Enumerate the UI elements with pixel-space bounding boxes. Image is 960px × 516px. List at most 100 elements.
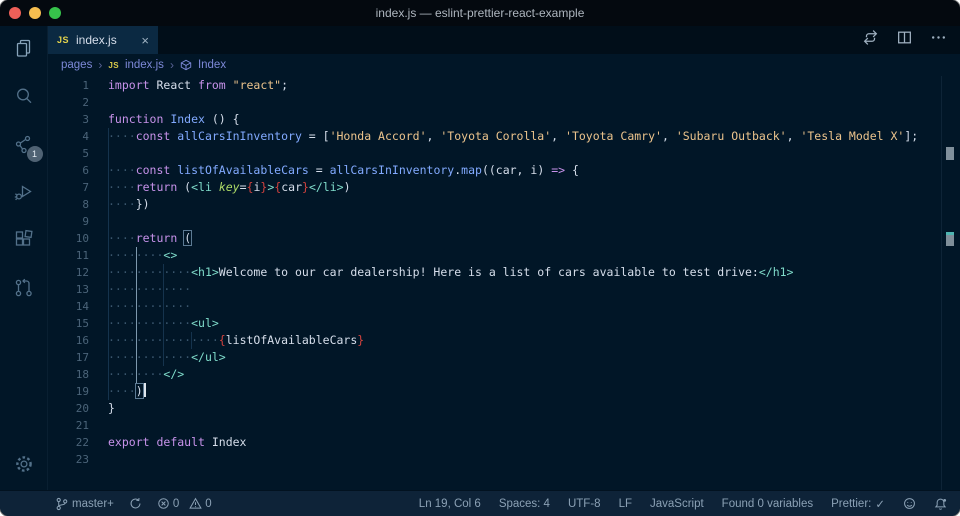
overview-ruler-marker [946,147,954,160]
code-line[interactable]: 17············</ul> [48,349,960,366]
code-line[interactable]: 8····}) [48,196,960,213]
minimize-button[interactable] [29,7,41,19]
indent-guide [108,281,109,298]
code-line[interactable]: 20} [48,400,960,417]
code-line[interactable]: 2 [48,94,960,111]
error-count: 0 [173,498,179,510]
prettier-status[interactable]: Prettier: ✓ [831,497,885,511]
code-line[interactable]: 5 [48,145,960,162]
indent-guide [108,230,109,247]
code-token: listOfAvailableCars [226,333,358,347]
code-token: <h1> [191,265,219,279]
sidebar-item-explorer[interactable] [0,26,48,74]
indentation-status[interactable]: Spaces: 4 [499,498,550,510]
git-branch-status[interactable]: master+ [55,497,114,511]
tab-index-js[interactable]: JS index.js × [48,26,158,54]
breadcrumb-file[interactable]: index.js [125,59,164,71]
eol-status[interactable]: LF [619,498,632,510]
code-token: </> [163,367,184,381]
code-line[interactable]: 23 [48,451,960,468]
error-icon [157,497,170,510]
whitespace-dots: ···· [108,163,136,177]
code-token: = [240,180,247,194]
indent-guide [108,298,109,315]
indent-guide [163,332,164,349]
code-line[interactable]: 6····const listOfAvailableCars = allCars… [48,162,960,179]
problems-status[interactable]: 0 0 [157,497,212,510]
sidebar-item-source-control[interactable]: 1 [0,122,48,170]
line-number: 9 [48,213,108,230]
code-line[interactable]: 16················{listOfAvailableCars} [48,332,960,349]
sidebar-item-search[interactable] [0,74,48,122]
code-line[interactable]: 14············ [48,298,960,315]
open-changes-icon[interactable] [862,29,879,51]
git-pull-request-icon [12,276,36,305]
whitespace-dots: ···· [108,384,136,398]
code-line[interactable]: 7····return (<li key={i}>{car}</li>) [48,179,960,196]
breadcrumb-symbol[interactable]: Index [198,59,226,71]
line-number: 8 [48,196,108,213]
code-token: 'Tesla Model X' [800,129,904,143]
code-line[interactable]: 15············<ul> [48,315,960,332]
active-indent-guide [136,315,137,332]
code-token: map [461,163,482,177]
sidebar-item-extensions[interactable] [0,218,48,266]
code-line[interactable]: 11········<> [48,247,960,264]
active-indent-guide [136,332,137,349]
code-token: car [281,180,302,194]
feedback-smiley-icon[interactable] [903,497,916,510]
code-token: return [136,180,178,194]
notifications-bell-icon[interactable] [934,497,947,511]
code-token: return [136,231,178,245]
line-number: 19 [48,383,108,400]
more-actions-icon[interactable] [930,29,947,51]
code-token: ( [184,231,191,245]
code-line[interactable]: 19····) [48,383,960,400]
code-editor[interactable]: 1import React from "react";23function In… [48,76,960,490]
sync-button[interactable] [129,497,142,510]
active-indent-guide [136,298,137,315]
line-number: 7 [48,179,108,196]
overview-ruler[interactable] [941,76,960,490]
line-number: 2 [48,94,108,111]
sidebar-item-run-debug[interactable] [0,170,48,218]
indent-guide [108,332,109,349]
split-editor-icon[interactable] [896,29,913,51]
encoding-status[interactable]: UTF-8 [568,498,601,510]
code-token: default [156,435,211,449]
title-bar: index.js — eslint-prettier-react-example [0,0,960,26]
code-token: 'Subaru Outback' [676,129,787,143]
code-token: const [136,163,178,177]
code-line[interactable]: 1import React from "react"; [48,77,960,94]
settings-gear[interactable] [0,442,48,490]
close-button[interactable] [9,7,21,19]
code-line[interactable]: 22export default Index [48,434,960,451]
indent-guide [108,383,109,400]
code-line[interactable]: 12············<h1>Welcome to our car dea… [48,264,960,281]
code-line[interactable]: 4····const allCarsInInventory = ['Honda … [48,128,960,145]
code-token: </h1> [759,265,794,279]
code-line[interactable]: 18········</> [48,366,960,383]
indent-guide [108,349,109,366]
code-token: Index [170,112,205,126]
zoom-button[interactable] [49,7,61,19]
code-line[interactable]: 13············ [48,281,960,298]
code-line[interactable]: 21 [48,417,960,434]
code-line[interactable]: 10····return ( [48,230,960,247]
code-line[interactable]: 9 [48,213,960,230]
code-line[interactable]: 3function Index () { [48,111,960,128]
variables-info-status[interactable]: Found 0 variables [722,498,813,510]
indent-guide [163,264,164,281]
tab-close-icon[interactable]: × [141,34,149,47]
breadcrumb-folder[interactable]: pages [61,59,92,71]
code-token: 'Honda Accord' [330,129,427,143]
code-token: ) [136,384,143,398]
indent-guide [163,349,164,366]
language-mode-status[interactable]: JavaScript [650,498,704,510]
gear-icon [12,452,36,481]
whitespace-dots: ···· [108,231,136,245]
javascript-file-icon: JS [57,35,69,45]
sidebar-item-github-pull-requests[interactable] [0,266,48,314]
warning-icon [189,497,202,510]
cursor-position-status[interactable]: Ln 19, Col 6 [419,498,481,510]
